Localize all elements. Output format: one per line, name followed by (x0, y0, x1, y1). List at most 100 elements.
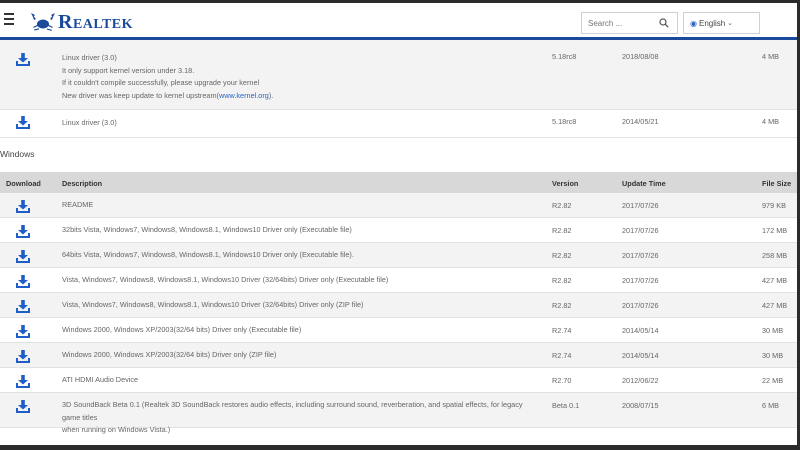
download-icon[interactable] (16, 325, 30, 338)
description-line: Vista, Windows7, Windows8, Windows8.1, W… (62, 300, 364, 309)
download-icon[interactable] (16, 250, 30, 263)
size-cell: 172 MB (762, 226, 788, 235)
bottom-border (0, 445, 800, 450)
section-title-windows: Windows (0, 149, 35, 159)
table-row: 3D SoundBack Beta 0.1 (Realtek 3D SoundB… (0, 393, 800, 434)
version-cell: 5.18rc8 (552, 52, 577, 61)
date-cell: 2012/06/22 (622, 376, 659, 385)
column-header-update-time: Update Time (622, 179, 666, 188)
download-icon[interactable] (16, 300, 30, 313)
kernel-org-link[interactable]: www.kernel.org (219, 91, 269, 100)
table-row: README R2.82 2017/07/26 979 KB (0, 193, 800, 218)
driver-description: Vista, Windows7, Windows8, Windows8.1, W… (62, 274, 542, 287)
description-line: when running on Windows Vista.) (62, 425, 171, 434)
driver-description: README (62, 199, 542, 212)
windows-driver-table: README R2.82 2017/07/26 979 KB 32bits Vista,… (0, 193, 800, 434)
version-cell: R2.74 (552, 351, 572, 360)
description-line: It only support kernel version under 3.1… (62, 65, 195, 75)
download-link[interactable] (16, 53, 32, 66)
description-text: ). (268, 90, 274, 100)
download-link[interactable] (16, 116, 32, 129)
download-icon[interactable] (16, 400, 30, 413)
size-cell: 258 MB (762, 251, 788, 260)
search-input[interactable] (582, 13, 652, 34)
description-line: Windows 2000, Windows XP/2003(32/64 bits… (62, 325, 302, 334)
download-link[interactable] (16, 225, 32, 238)
chevron-down-icon: ⌄ (727, 20, 733, 27)
date-cell: 2017/07/26 (622, 276, 659, 285)
hamburger-menu-icon[interactable] (4, 13, 14, 25)
description-line: Linux driver (3.0) (62, 53, 117, 62)
table-row: ATI HDMI Audio Device R2.70 2012/06/22 22 M… (0, 368, 800, 393)
download-link[interactable] (16, 200, 32, 213)
date-cell: 2017/07/26 (622, 251, 659, 260)
size-cell: 427 MB (762, 276, 788, 285)
linux-driver-table: Linux driver (3.0) It only support kerne… (0, 40, 800, 138)
description-line: Vista, Windows7, Windows8, Windows8.1, W… (62, 275, 389, 284)
column-header-download: Download (6, 179, 41, 188)
version-cell: R2.82 (552, 251, 572, 260)
date-cell: 2018/08/08 (622, 52, 659, 61)
size-cell: 30 MB (762, 351, 784, 360)
download-icon[interactable] (16, 116, 30, 129)
date-cell: 2014/05/21 (622, 117, 659, 126)
version-cell: R2.74 (552, 326, 572, 335)
globe-icon: ◉ (690, 18, 697, 28)
version-cell: R2.82 (552, 276, 572, 285)
download-link[interactable] (16, 375, 32, 388)
driver-description: 32bits Vista, Windows7, Windows8, Window… (62, 224, 542, 237)
download-icon[interactable] (16, 225, 30, 238)
description-line: Windows 2000, Windows XP/2003(32/64 bits… (62, 350, 277, 359)
date-cell: 2017/07/26 (622, 201, 659, 210)
date-cell: 2017/07/26 (622, 301, 659, 310)
site-header: Realtek ◉ English ⌄ (0, 3, 800, 37)
search-icon[interactable] (659, 18, 669, 28)
table-header: Download Description Version Update Time… (0, 172, 800, 193)
download-icon[interactable] (16, 275, 30, 288)
date-cell: 2017/07/26 (622, 226, 659, 235)
date-cell: 2014/05/14 (622, 351, 659, 360)
date-cell: 2014/05/14 (622, 326, 659, 335)
download-link[interactable] (16, 275, 32, 288)
column-header-description: Description (62, 179, 103, 188)
download-icon[interactable] (16, 200, 30, 213)
version-cell: R2.82 (552, 226, 572, 235)
download-icon[interactable] (16, 375, 30, 388)
download-link[interactable] (16, 400, 32, 413)
version-cell: 5.18rc8 (552, 117, 577, 126)
download-icon[interactable] (16, 350, 30, 363)
size-cell: 6 MB (762, 401, 780, 410)
description-line: 64bits Vista, Windows7, Windows8, Window… (62, 250, 354, 259)
crab-logo-icon (31, 13, 55, 31)
date-cell: 2008/07/15 (622, 401, 659, 410)
table-row: Windows 2000, Windows XP/2003(32/64 bits… (0, 343, 800, 368)
driver-description: ATI HDMI Audio Device (62, 374, 542, 387)
description-line: If it couldn't compile successfully, ple… (62, 78, 260, 87)
description-line: 3D SoundBack Beta 0.1 (Realtek 3D SoundB… (62, 400, 523, 422)
search-box[interactable] (581, 12, 678, 34)
download-link[interactable] (16, 350, 32, 363)
driver-description: Vista, Windows7, Windows8, Windows8.1, W… (62, 299, 542, 312)
driver-description: 64bits Vista, Windows7, Windows8, Window… (62, 249, 542, 262)
driver-description: Windows 2000, Windows XP/2003(32/64 bits… (62, 349, 542, 362)
language-select[interactable]: ◉ English ⌄ (683, 12, 760, 34)
size-cell: 22 MB (762, 376, 784, 385)
description-line: New driver was keep update to kernel ups… (62, 90, 542, 103)
column-header-file-size: File Size (762, 179, 792, 188)
size-cell: 427 MB (762, 301, 788, 310)
download-link[interactable] (16, 250, 32, 263)
download-link[interactable] (16, 325, 32, 338)
driver-description: Windows 2000, Windows XP/2003(32/64 bits… (62, 324, 542, 337)
version-cell: Beta 0.1 (552, 401, 580, 410)
table-row: Vista, Windows7, Windows8, Windows8.1, W… (0, 293, 800, 318)
download-link[interactable] (16, 300, 32, 313)
download-icon[interactable] (16, 53, 30, 66)
description-line: README (62, 200, 94, 209)
description-line: 32bits Vista, Windows7, Windows8, Window… (62, 225, 352, 234)
size-cell: 979 KB (762, 201, 786, 210)
size-cell: 4 MB (762, 117, 780, 126)
version-cell: R2.82 (552, 201, 572, 210)
version-cell: R2.82 (552, 301, 572, 310)
driver-description: Linux driver (3.0) It only support kerne… (62, 52, 542, 102)
site-logo[interactable]: Realtek (30, 10, 133, 34)
